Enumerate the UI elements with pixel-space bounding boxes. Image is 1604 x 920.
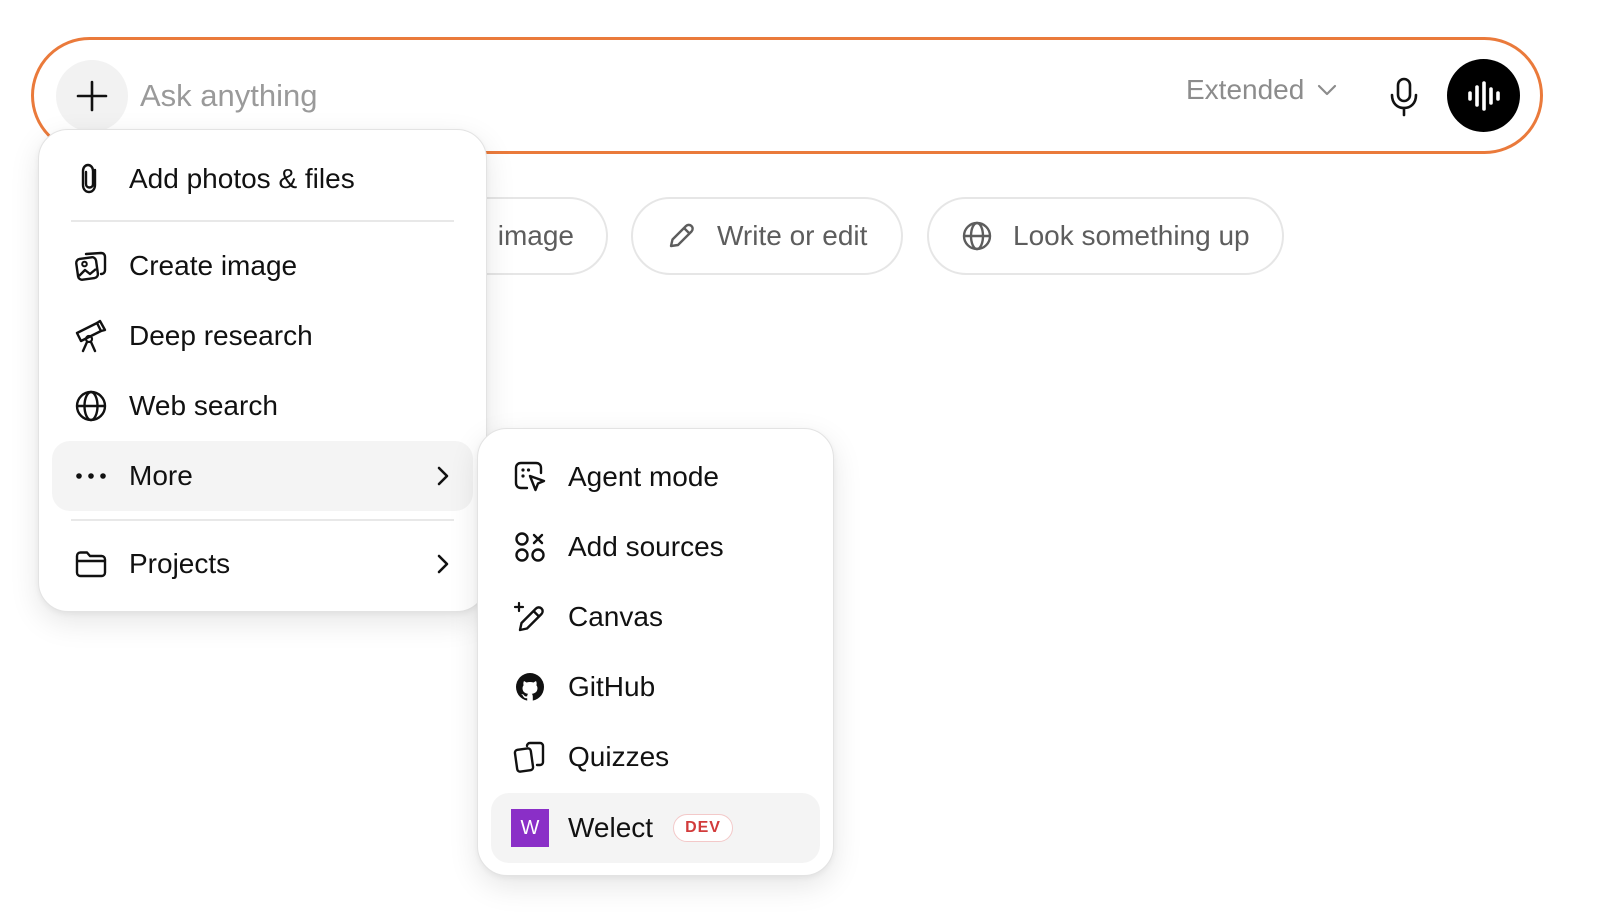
menu-item-add-photos-files[interactable]: Add photos & files (52, 144, 473, 214)
more-dots-icon (72, 457, 110, 495)
microphone-icon (1390, 77, 1418, 117)
sources-icon (511, 528, 549, 566)
menu-item-label: Add photos & files (129, 163, 355, 194)
voice-mode-button[interactable] (1447, 59, 1520, 132)
welect-logo-letter: W (511, 809, 549, 847)
menu-divider (71, 519, 454, 521)
agent-cursor-icon (511, 458, 549, 496)
prompt-input[interactable] (140, 74, 1040, 118)
submenu-item-quizzes[interactable]: Quizzes (491, 722, 820, 792)
submenu-item-agent-mode[interactable]: Agent mode (491, 442, 820, 512)
menu-item-deep-research[interactable]: Deep research (52, 301, 473, 371)
quiz-cards-icon (511, 738, 549, 776)
chip-write-or-edit[interactable]: Write or edit (631, 197, 903, 275)
menu-item-label: Deep research (129, 320, 313, 351)
menu-item-label: Quizzes (568, 741, 670, 772)
menu-item-more[interactable]: More (52, 441, 473, 511)
menu-item-label: Welect (568, 812, 654, 843)
menu-item-projects[interactable]: Projects (52, 529, 473, 599)
submenu-item-canvas[interactable]: Canvas (491, 582, 820, 652)
attach-menu: Add photos & files Create image Deep res… (38, 129, 487, 612)
menu-item-label: Projects (129, 548, 231, 579)
chip-look-something-up[interactable]: Look something up (927, 197, 1284, 275)
menu-item-label: Web search (129, 390, 278, 421)
telescope-icon (72, 317, 110, 355)
chevron-down-icon (1318, 84, 1337, 96)
chip-label: Write or edit (717, 220, 868, 251)
dictate-button[interactable] (1382, 74, 1426, 120)
submenu-item-welect[interactable]: W Welect DEV (491, 793, 820, 863)
pencil-icon (669, 223, 694, 248)
image-create-icon (72, 247, 110, 285)
menu-item-label: GitHub (568, 671, 656, 702)
plus-icon (76, 80, 108, 112)
page: Extended image Write or edit (0, 0, 1604, 920)
globe-icon (962, 221, 992, 251)
model-label: Extended (1186, 74, 1305, 105)
chip-label: image (497, 220, 574, 251)
model-selector[interactable]: Extended (1186, 74, 1338, 106)
menu-divider (71, 220, 454, 222)
dev-badge: DEV (673, 814, 733, 842)
menu-item-label: Canvas (568, 601, 663, 632)
github-icon (511, 668, 549, 706)
submenu-item-add-sources[interactable]: Add sources (491, 512, 820, 582)
chevron-right-icon (431, 552, 455, 576)
voice-waveform-icon (1467, 80, 1500, 111)
globe-icon (72, 387, 110, 425)
menu-item-web-search[interactable]: Web search (52, 371, 473, 441)
canvas-pen-icon (511, 598, 549, 636)
welect-logo: W (511, 809, 549, 847)
menu-item-create-image[interactable]: Create image (52, 231, 473, 301)
submenu-item-github[interactable]: GitHub (491, 652, 820, 722)
add-button[interactable] (56, 60, 128, 132)
menu-item-label: Agent mode (568, 461, 719, 492)
menu-item-label: Create image (129, 250, 298, 281)
chip-label: Look something up (1013, 220, 1250, 251)
folder-icon (72, 545, 110, 583)
more-submenu: Agent mode Add sources Canvas GitHub Qui… (477, 428, 834, 876)
chevron-right-icon (431, 464, 455, 488)
menu-item-label: More (129, 460, 193, 491)
menu-item-label: Add sources (568, 531, 724, 562)
paperclip-icon (72, 160, 110, 198)
